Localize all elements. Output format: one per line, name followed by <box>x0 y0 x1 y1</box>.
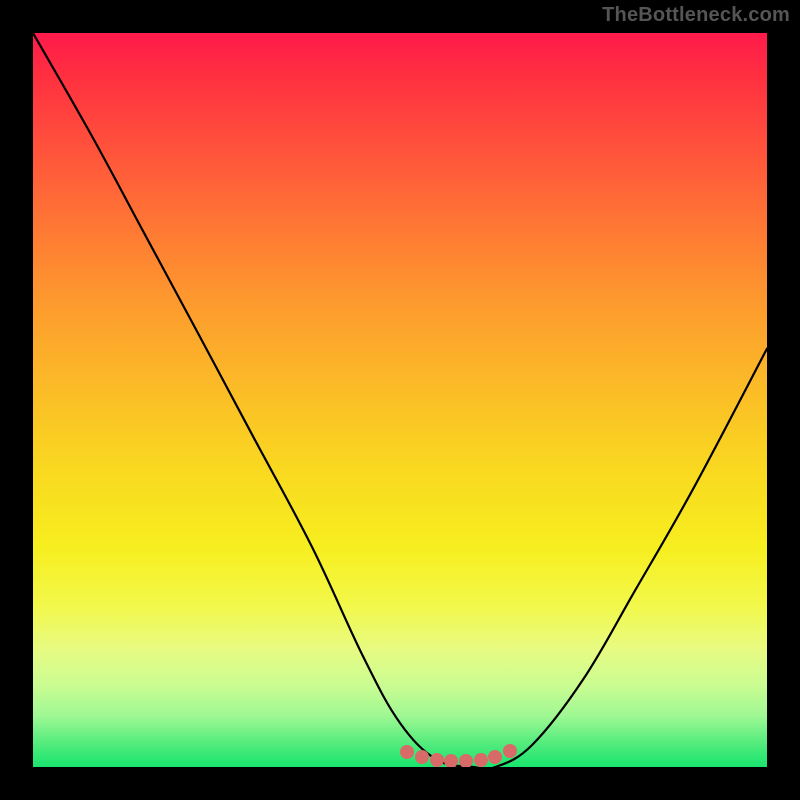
bottleneck-marker <box>503 744 517 758</box>
bottleneck-marker <box>430 753 444 767</box>
curve-path <box>33 33 767 767</box>
bottleneck-marker <box>415 750 429 764</box>
bottleneck-curve <box>33 33 767 767</box>
bottleneck-marker <box>444 754 458 767</box>
bottleneck-marker <box>474 753 488 767</box>
watermark-text: TheBottleneck.com <box>602 4 790 27</box>
bottleneck-marker <box>459 754 473 767</box>
chart-frame: TheBottleneck.com <box>0 0 800 800</box>
plot-area <box>33 33 767 767</box>
